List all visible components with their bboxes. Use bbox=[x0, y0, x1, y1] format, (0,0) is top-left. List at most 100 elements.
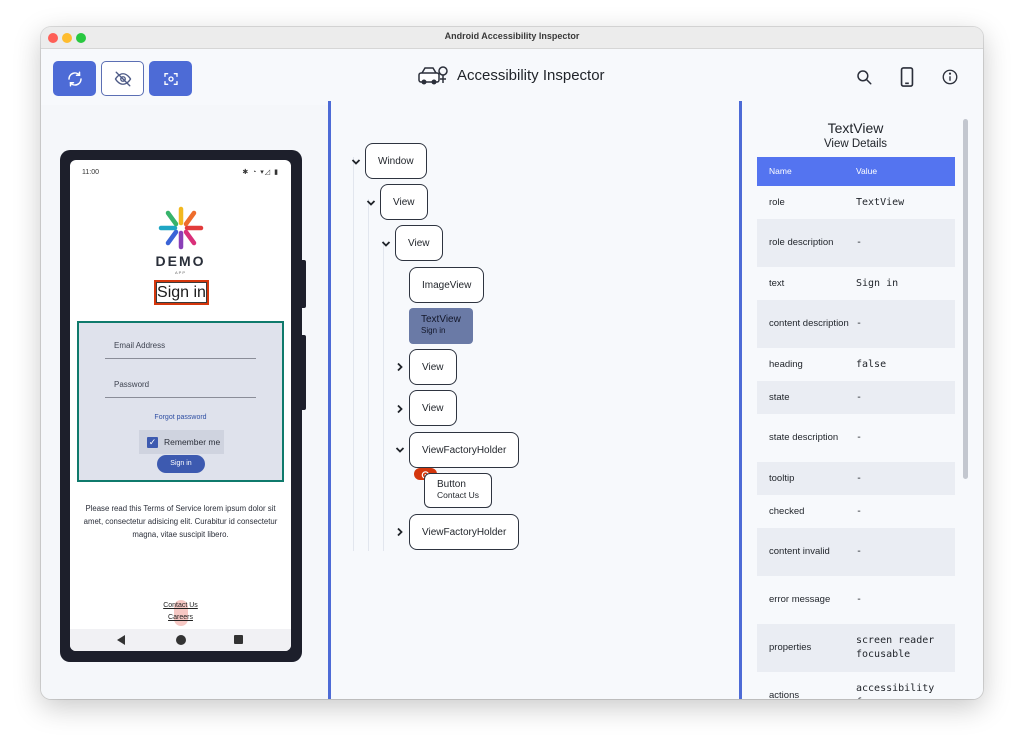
email-field[interactable]: Email Address bbox=[105, 331, 256, 359]
row-name: role bbox=[769, 197, 785, 208]
details-scrollbar[interactable] bbox=[963, 119, 968, 479]
details-row: tooltip - bbox=[757, 462, 955, 495]
device-screen[interactable]: 11:00 ✱ ◔ ▾◿ ▮ DEMO APP Sign in Email Ad… bbox=[70, 160, 291, 651]
device-preview-pane: 11:00 ✱ ◔ ▾◿ ▮ DEMO APP Sign in Email Ad… bbox=[41, 105, 328, 699]
inspector-logo-icon bbox=[418, 66, 448, 85]
row-value: - bbox=[856, 473, 863, 484]
row-name: content invalid bbox=[769, 546, 830, 557]
terms-text: Please read this Terms of Service lorem … bbox=[83, 504, 278, 539]
contact-us-link[interactable]: Contact Us bbox=[70, 602, 291, 609]
sign-in-button[interactable]: Sign in bbox=[157, 455, 205, 473]
tree-node-view[interactable]: View bbox=[380, 184, 428, 220]
phone-icon bbox=[900, 67, 914, 87]
status-icons: ✱ ◔ ▾◿ ▮ bbox=[242, 169, 279, 176]
tree-node-view[interactable]: View bbox=[395, 225, 443, 261]
row-value: - bbox=[856, 237, 863, 248]
row-value: - bbox=[856, 432, 863, 443]
demo-logo-icon bbox=[158, 206, 204, 250]
tree-node-viewfactoryholder[interactable]: ViewFactoryHolder bbox=[409, 514, 520, 550]
title-bar: Android Accessibility Inspector bbox=[41, 27, 983, 49]
window-title: Android Accessibility Inspector bbox=[444, 31, 580, 41]
device-frame: 11:00 ✱ ◔ ▾◿ ▮ DEMO APP Sign in Email Ad… bbox=[60, 150, 302, 662]
nav-back-icon[interactable] bbox=[117, 635, 125, 645]
remember-me-label: Remember me bbox=[164, 437, 221, 447]
tree-node-textview-selected[interactable]: TextView Sign in bbox=[409, 308, 473, 344]
row-name: content description bbox=[769, 318, 849, 329]
row-name: properties bbox=[769, 642, 812, 653]
tree-node-view[interactable]: View bbox=[409, 390, 457, 426]
scan-icon bbox=[163, 72, 178, 85]
nav-home-icon[interactable] bbox=[176, 635, 186, 645]
chevron-down-icon[interactable] bbox=[381, 239, 391, 249]
node-sublabel: Contact Us bbox=[437, 490, 480, 500]
sign-in-heading[interactable]: Sign in bbox=[154, 280, 209, 305]
chevron-right-icon[interactable] bbox=[395, 527, 405, 537]
details-row: properties screen reader focusable bbox=[757, 624, 955, 672]
row-name: role description bbox=[769, 237, 834, 248]
row-name: checked bbox=[769, 506, 805, 517]
tree-node-window[interactable]: Window bbox=[365, 143, 427, 179]
details-subtitle: View Details bbox=[823, 138, 888, 150]
row-name: heading bbox=[769, 359, 803, 370]
nav-recents-icon[interactable] bbox=[234, 635, 243, 644]
capture-button[interactable] bbox=[149, 61, 192, 96]
details-title: TextView bbox=[827, 120, 884, 136]
password-field-label: Password bbox=[114, 380, 150, 389]
details-table-header: Name Value bbox=[757, 157, 955, 186]
toggle-visibility-button[interactable] bbox=[101, 61, 144, 96]
email-field-label: Email Address bbox=[114, 341, 166, 350]
chevron-down-icon[interactable] bbox=[395, 445, 405, 455]
tree-node-button[interactable]: Button Contact Us bbox=[424, 473, 493, 508]
tree-node-viewfactoryholder[interactable]: ViewFactoryHolder bbox=[409, 432, 520, 468]
chevron-right-icon[interactable] bbox=[395, 404, 405, 414]
eye-off-icon bbox=[114, 71, 131, 86]
info-button[interactable] bbox=[939, 66, 961, 88]
search-icon bbox=[857, 70, 872, 85]
row-value: Sign in bbox=[856, 278, 899, 289]
row-name: state description bbox=[769, 432, 839, 443]
row-value: TextView bbox=[856, 197, 905, 208]
android-nav-bar bbox=[70, 629, 291, 651]
row-value: - bbox=[856, 594, 863, 605]
row-value: false bbox=[856, 359, 887, 370]
app-window: Android Accessibility Inspector Accessib… bbox=[41, 27, 983, 699]
row-value: - bbox=[856, 392, 863, 403]
refresh-button[interactable] bbox=[53, 61, 96, 96]
logo-text: DEMO bbox=[155, 253, 206, 269]
row-name: actions bbox=[769, 690, 800, 699]
row-name: state bbox=[769, 392, 790, 403]
view-details-pane: TextView View Details Name Value role Tex… bbox=[742, 105, 983, 699]
screen-root: Android Accessibility Inspector Accessib… bbox=[0, 0, 1024, 753]
device-button[interactable] bbox=[896, 66, 918, 88]
tree-guide bbox=[368, 199, 369, 551]
password-field[interactable]: Password bbox=[105, 370, 256, 398]
tree-node-imageview[interactable]: ImageView bbox=[409, 267, 485, 303]
app-title: Accessibility Inspector bbox=[457, 67, 605, 84]
remember-me-checkbox[interactable]: ✓ Remember me bbox=[139, 430, 224, 454]
refresh-icon bbox=[67, 71, 82, 86]
careers-link[interactable]: Careers bbox=[70, 614, 291, 621]
details-row: state - bbox=[757, 381, 955, 414]
row-value: accessibility focus bbox=[856, 683, 935, 699]
row-value: - bbox=[856, 318, 863, 329]
row-name: text bbox=[769, 278, 785, 289]
details-row: role description - bbox=[757, 219, 955, 267]
tree-node-view[interactable]: View bbox=[409, 349, 457, 385]
search-button[interactable] bbox=[853, 66, 875, 88]
info-icon bbox=[942, 69, 958, 85]
details-row: state description - bbox=[757, 414, 955, 462]
checkbox-checked-icon: ✓ bbox=[147, 437, 158, 448]
chevron-right-icon[interactable] bbox=[395, 362, 405, 372]
view-hierarchy-pane: Window View View ImageView TextView Sign… bbox=[331, 105, 739, 699]
forgot-password-link[interactable]: Forgot password bbox=[79, 414, 282, 421]
status-time: 11:00 bbox=[82, 169, 99, 176]
tree-guide bbox=[383, 241, 384, 551]
details-row: actions accessibility focus bbox=[757, 672, 955, 699]
chevron-down-icon[interactable] bbox=[366, 198, 376, 208]
row-value: - bbox=[856, 506, 863, 517]
logo-subtext: APP bbox=[174, 270, 186, 275]
node-sublabel: Sign in bbox=[421, 326, 446, 335]
row-value: screen reader focusable bbox=[856, 635, 935, 660]
details-row: content invalid - bbox=[757, 528, 955, 576]
chevron-down-icon[interactable] bbox=[351, 157, 361, 167]
